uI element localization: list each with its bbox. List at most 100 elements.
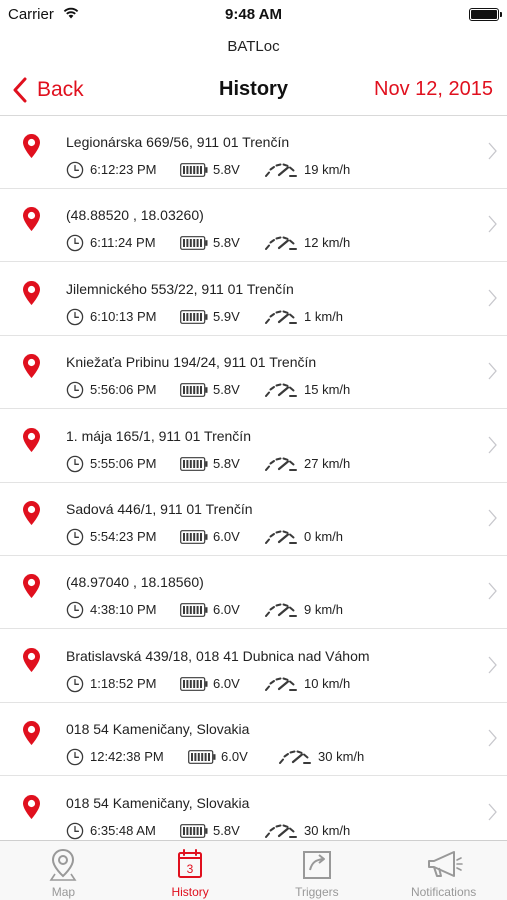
speed-value: 0 km/h [304,529,344,544]
clock-icon [66,161,84,179]
time-value: 1:18:52 PM [90,676,157,691]
location-address: Kniežaťa Pribinu 194/24, 911 01 Trenčín [66,354,317,370]
history-row[interactable]: Kniežaťa Pribinu 194/24, 911 01 Trenčín … [0,336,507,409]
status-time: 9:48 AM [225,6,282,23]
battery-icon [180,603,208,617]
voltage-value: 6.0V [221,749,248,764]
voltage-value: 5.8V [213,456,240,471]
tab-triggers-label: Triggers [295,885,339,899]
time-value: 6:35:48 AM [90,823,156,838]
speedometer-icon [265,236,297,250]
battery-icon [469,8,502,21]
row-details: 1:18:52 PM 6.0V 10 km/h [66,675,476,693]
chevron-right-icon [488,436,497,454]
back-button[interactable]: Back [12,76,84,104]
row-divider [0,775,507,776]
chevron-right-icon [488,582,497,600]
date-selector[interactable]: Nov 12, 2015 [374,78,493,101]
tab-map[interactable]: Map [0,841,127,900]
speedometer-icon [265,677,297,691]
trigger-icon [302,851,331,879]
voltage-value: 5.8V [213,235,240,250]
clock-icon [66,748,84,766]
clock-icon [66,381,84,399]
history-row[interactable]: 018 54 Kameničany, Slovakia 12:42:38 PM … [0,703,507,776]
history-row[interactable]: Legionárska 669/56, 911 01 Trenčín 6:12:… [0,116,507,189]
location-address: 018 54 Kameničany, Slovakia [66,721,250,737]
speedometer-icon [279,750,311,764]
clock-icon [66,234,84,252]
location-address: (48.88520 , 18.03260) [66,207,204,223]
row-divider [0,408,507,409]
row-details: 6:10:13 PM 5.9V 1 km/h [66,308,476,326]
history-row[interactable]: 1. mája 165/1, 911 01 Trenčín 5:55:06 PM… [0,410,507,483]
clock-icon [66,308,84,326]
history-row[interactable]: (48.88520 , 18.03260) 6:11:24 PM 5.8V 12… [0,189,507,262]
tab-history-label: History [171,885,209,899]
time-value: 6:11:24 PM [90,235,156,250]
back-label: Back [37,78,84,101]
battery-icon [180,824,208,838]
calendar-badge: 3 [187,862,194,876]
map-pin-icon [23,721,40,745]
clock-icon [66,675,84,693]
battery-icon [180,530,208,544]
speed-value: 19 km/h [304,162,351,177]
chevron-right-icon [488,215,497,233]
row-details: 6:12:23 PM 5.8V 19 km/h [66,161,476,179]
voltage-value: 5.9V [213,309,240,324]
map-pin-icon [23,354,40,378]
speedometer-icon [265,383,297,397]
location-address: 1. mája 165/1, 911 01 Trenčín [66,428,251,444]
time-value: 6:10:13 PM [90,309,157,324]
battery-icon [180,457,208,471]
calendar-icon: 3 [178,849,203,878]
battery-icon [188,750,216,764]
speedometer-icon [265,603,297,617]
row-details: 12:42:38 PM 6.0V 30 km/h [66,748,476,766]
clock-icon [66,822,84,840]
map-pin-icon [23,574,40,598]
history-row[interactable]: (48.97040 , 18.18560) 4:38:10 PM 6.0V 9 … [0,556,507,629]
speed-value: 30 km/h [304,823,351,838]
speedometer-icon [265,163,297,177]
chevron-right-icon [488,142,497,160]
battery-icon [180,383,208,397]
tab-notifications[interactable]: Notifications [380,841,507,900]
voltage-value: 5.8V [213,382,240,397]
status-bar: Carrier 9:48 AM [0,0,507,30]
row-details: 5:55:06 PM 5.8V 27 km/h [66,455,476,473]
voltage-value: 6.0V [213,676,240,691]
speedometer-icon [265,310,297,324]
chevron-left-icon [13,77,27,103]
location-address: 018 54 Kameničany, Slovakia [66,795,250,811]
tab-history[interactable]: 3 History [127,841,254,900]
map-pin-icon [23,648,40,672]
tab-triggers[interactable]: Triggers [254,841,381,900]
row-divider [0,261,507,262]
speedometer-icon [265,824,297,838]
clock-icon [66,455,84,473]
time-value: 12:42:38 PM [90,749,164,764]
chevron-right-icon [488,656,497,674]
time-value: 5:54:23 PM [90,529,157,544]
chevron-right-icon [488,729,497,747]
location-address: Jilemnického 553/22, 911 01 Trenčín [66,281,294,297]
history-list: Legionárska 669/56, 911 01 Trenčín 6:12:… [0,116,507,840]
map-pin-icon [23,281,40,305]
history-row[interactable]: Sadová 446/1, 911 01 Trenčín 5:54:23 PM … [0,483,507,556]
history-row[interactable]: Bratislavská 439/18, 018 41 Dubnica nad … [0,630,507,703]
location-address: Bratislavská 439/18, 018 41 Dubnica nad … [66,648,370,664]
chevron-right-icon [488,362,497,380]
navigation-bar: Back History Nov 12, 2015 [0,64,507,116]
battery-icon [180,310,208,324]
row-details: 4:38:10 PM 6.0V 9 km/h [66,601,476,619]
megaphone-icon [427,851,463,877]
history-row[interactable]: 018 54 Kameničany, Slovakia 6:35:48 AM 5… [0,777,507,840]
history-row[interactable]: Jilemnického 553/22, 911 01 Trenčín 6:10… [0,263,507,336]
speed-value: 15 km/h [304,382,351,397]
voltage-value: 6.0V [213,529,240,544]
speed-value: 12 km/h [304,235,351,250]
tab-bar: Map 3 History Triggers Notifications [0,840,507,900]
clock-icon [66,601,84,619]
